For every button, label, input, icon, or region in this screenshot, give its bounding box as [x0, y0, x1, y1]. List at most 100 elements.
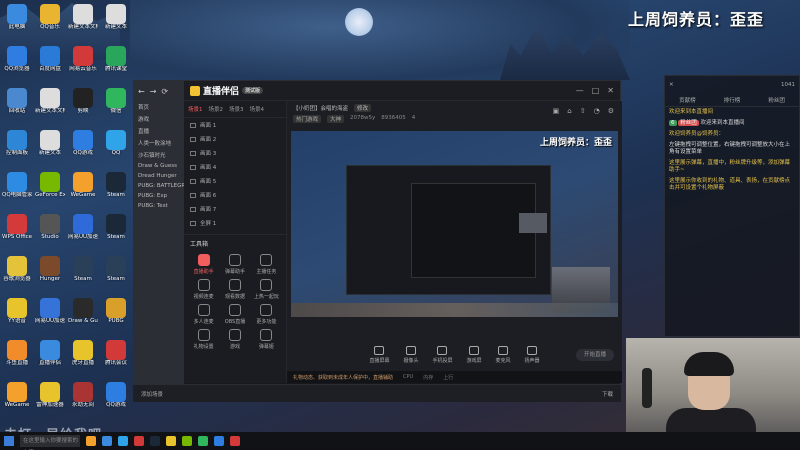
desktop-icon[interactable]: WeGame [2, 382, 32, 409]
scene-item[interactable]: 画面 1 [184, 118, 286, 132]
desktop-icon[interactable]: PUBG [101, 298, 131, 325]
desktop-icon[interactable]: QQ游戏 [68, 130, 98, 157]
taskbar-app-icon[interactable] [134, 436, 144, 446]
browser-row[interactable]: 人类一败涂地 [134, 137, 184, 149]
browser-row[interactable]: PUBG: BATTLEGROUNDS [134, 181, 184, 191]
tool-button[interactable]: 礼物设置 [188, 329, 219, 350]
scene-tab[interactable]: 场景2 [209, 105, 224, 113]
scene-item[interactable]: 画面 3 [184, 146, 286, 160]
taskbar-app-icon[interactable] [150, 436, 160, 446]
desktop-icon[interactable]: 直播伴侣 [35, 340, 65, 367]
desktop-icon[interactable]: QQ电脑管家 [2, 172, 32, 199]
screenshot-icon[interactable]: ▣ [553, 107, 560, 115]
chat-tab[interactable]: 粉丝团 [768, 96, 785, 104]
desktop-icon[interactable]: 新建文本文档 [35, 88, 65, 115]
edit-title-button[interactable]: 修改 [354, 104, 372, 112]
desktop-icon[interactable]: Draw & Guess [68, 298, 98, 325]
browser-row[interactable]: 首页 [134, 101, 184, 113]
maximize-icon[interactable]: □ [592, 86, 600, 95]
tool-button[interactable]: 更多功能 [251, 304, 282, 325]
desktop-icon[interactable]: 新建文本 [101, 4, 131, 31]
browser-row[interactable]: 沙石镇时光 [134, 149, 184, 161]
tool-button[interactable]: 弹幕助手 [219, 254, 250, 275]
scene-item[interactable]: 画面 6 [184, 188, 286, 202]
source-control-button[interactable]: 手机投屏 [432, 346, 453, 364]
taskbar-app-icon[interactable] [86, 436, 96, 446]
scene-item[interactable]: 画面 4 [184, 160, 286, 174]
desktop-icon[interactable]: QQ [101, 130, 131, 157]
start-icon[interactable] [4, 436, 14, 446]
chat-tab[interactable]: 贡献榜 [679, 96, 696, 104]
desktop-icon[interactable]: WeGame [68, 172, 98, 199]
browser-row[interactable]: PUBG: Test [134, 201, 184, 211]
settings-icon[interactable]: ⚙ [608, 107, 614, 115]
tool-button[interactable]: 多人连麦 [188, 304, 219, 325]
lock-icon[interactable]: ⌂ [567, 107, 571, 115]
source-control-button[interactable]: 摄像头 [403, 346, 418, 364]
desktop-icon[interactable]: Steam [101, 214, 131, 241]
desktop-icon[interactable]: Studio [35, 214, 65, 241]
taskbar-app-icon[interactable] [214, 436, 224, 446]
tool-button[interactable]: 主播任务 [251, 254, 282, 275]
desktop-icon[interactable]: QQ音乐 [35, 4, 65, 31]
stream-preview[interactable]: 上周饲养员：歪歪 [291, 131, 618, 317]
scene-item[interactable]: 全屏 1 [184, 216, 286, 230]
browser-row[interactable]: 游戏 [134, 113, 184, 125]
minimize-icon[interactable]: — [576, 86, 584, 95]
forward-icon[interactable]: → [150, 87, 157, 96]
desktop-icon[interactable]: 斗鱼直播 [2, 340, 32, 367]
scene-tab[interactable]: 场景3 [229, 105, 244, 113]
chat-close-icon[interactable]: ✕ [669, 82, 674, 88]
scene-tab[interactable]: 场景1 [188, 105, 203, 113]
desktop-icon[interactable]: 此电脑 [2, 4, 32, 31]
tool-button[interactable]: 视频连麦 [188, 279, 219, 300]
desktop-icon[interactable]: 控制面板 [2, 130, 32, 157]
browser-row[interactable]: Draw & Guess [134, 161, 184, 171]
desktop-icon[interactable]: 雷神加速器 [35, 382, 65, 409]
desktop-icon[interactable]: 腾讯课堂 [101, 46, 131, 73]
desktop-icon[interactable]: QQ浏览器 [2, 46, 32, 73]
browser-row[interactable]: 直播 [134, 125, 184, 137]
desktop-icon[interactable]: Steam [68, 256, 98, 283]
desktop-icon[interactable]: 网易UU加速器 [68, 214, 98, 241]
tool-button[interactable]: OBS直播 [219, 304, 250, 325]
tool-button[interactable]: 游戏 [219, 329, 250, 350]
desktop-icon[interactable]: 永劫无间 [68, 382, 98, 409]
desktop-icon[interactable]: Steam [101, 256, 131, 283]
desktop-icon[interactable]: WPS Office [2, 214, 32, 241]
desktop-icon[interactable]: Steam [101, 172, 131, 199]
desktop-icon[interactable]: 新建文本 [35, 130, 65, 157]
tool-button[interactable]: 观看数据 [219, 279, 250, 300]
scene-item[interactable]: 画面 2 [184, 132, 286, 146]
desktop-icon[interactable]: Hunger [35, 256, 65, 283]
close-icon[interactable]: ✕ [607, 86, 614, 95]
desktop-icon[interactable]: 谷歌浏览器 [2, 256, 32, 283]
desktop-icon[interactable]: 网易云音乐 [68, 46, 98, 73]
scene-item[interactable]: 画面 5 [184, 174, 286, 188]
desktop-icon[interactable]: 虎牙直播 [68, 340, 98, 367]
desktop-icon[interactable]: 新建文本文档 [68, 4, 98, 31]
source-control-button[interactable]: 麦克风 [496, 346, 511, 364]
desktop-icon[interactable]: GeForce Experience [35, 172, 65, 199]
browser-row[interactable]: Dread Hunger [134, 171, 184, 181]
share-icon[interactable]: ⇧ [580, 107, 586, 115]
desktop-icon[interactable]: 微信 [101, 88, 131, 115]
tool-button[interactable]: 直播助手 [188, 254, 219, 275]
tool-button[interactable]: 上热一起玩 [251, 279, 282, 300]
scene-item[interactable]: 画面 7 [184, 202, 286, 216]
desktop-icon[interactable]: QQ游戏 [101, 382, 131, 409]
desktop-icon[interactable]: 网易UU加速 [35, 298, 65, 325]
taskbar-app-icon[interactable] [102, 436, 112, 446]
source-control-button[interactable]: 游戏屏 [467, 346, 482, 364]
desktop-icon[interactable]: 百度网盘 [35, 46, 65, 73]
add-scene-button[interactable]: 添加场景 [141, 390, 163, 398]
taskbar-app-icon[interactable] [166, 436, 176, 446]
source-control-button[interactable]: 直播屏幕 [369, 346, 389, 364]
taskbar-app-icon[interactable] [230, 436, 240, 446]
start-live-button[interactable]: 开始直播 [576, 349, 614, 361]
back-icon[interactable]: ← [138, 87, 145, 96]
desktop-icon[interactable]: 腾讯会议 [101, 340, 131, 367]
desktop-icon[interactable]: 剪映 [68, 88, 98, 115]
tool-button[interactable]: 弹幕姬 [251, 329, 282, 350]
source-control-button[interactable]: 扬声器 [525, 346, 540, 364]
